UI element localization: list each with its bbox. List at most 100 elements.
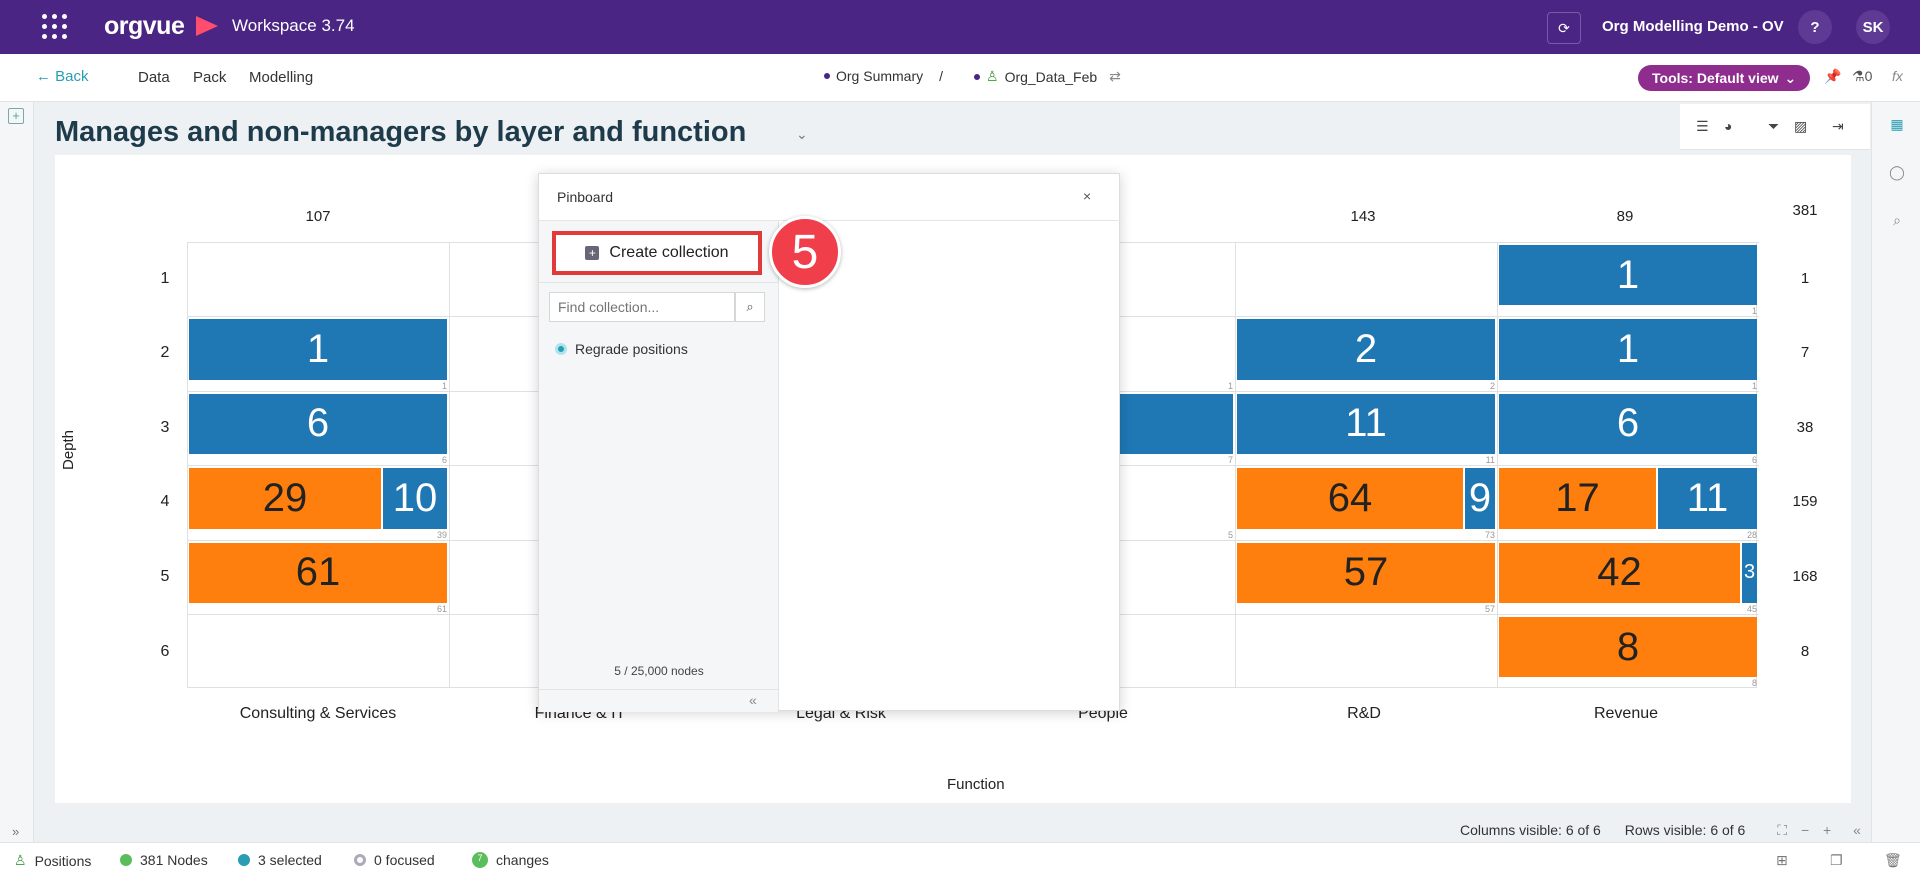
layers-icon[interactable]: ▨: [1794, 118, 1807, 135]
nav-bar: ← Back Data Pack Modelling Org Summary /…: [0, 54, 1920, 102]
managers-bar[interactable]: 6: [189, 393, 447, 455]
list-icon[interactable]: ☰: [1696, 118, 1709, 135]
pin-icon[interactable]: 📌: [1824, 68, 1841, 85]
refresh-button[interactable]: ⟳: [1547, 12, 1581, 44]
project-name[interactable]: Org Modelling Demo - OV: [1602, 18, 1784, 35]
grid-cell[interactable]: [1235, 614, 1497, 689]
breadcrumb-org-summary[interactable]: Org Summary /: [824, 68, 943, 84]
divider: [539, 282, 779, 283]
selected-label: 3 selected: [258, 852, 322, 868]
managers-bar[interactable]: 3: [1742, 542, 1757, 603]
managers-bar[interactable]: 2: [1237, 319, 1495, 380]
nav-modelling[interactable]: Modelling: [249, 69, 313, 86]
depth-label-1: 1: [160, 270, 170, 287]
find-collection-input[interactable]: [549, 292, 735, 322]
zoom-out-icon[interactable]: −: [1801, 822, 1809, 838]
breadcrumb-dataset[interactable]: ♙ Org_Data_Feb ⇄: [974, 68, 1121, 85]
create-collection-button[interactable]: + Create collection: [552, 231, 762, 275]
fit-icon[interactable]: ⛶: [1777, 822, 1787, 838]
apps-grid-icon[interactable]: [42, 14, 68, 40]
view-toolbar: ☰ ◕ ⏷ ▨ ⇥: [1680, 104, 1870, 150]
plus-icon: +: [585, 246, 600, 260]
chart-panel-icon[interactable]: ▦: [1888, 116, 1906, 134]
managers-bar[interactable]: 1: [1499, 319, 1757, 380]
sync-icon[interactable]: ⇄: [1109, 68, 1121, 85]
changes-count[interactable]: 7 changes: [472, 852, 549, 868]
non-managers-bar[interactable]: 42: [1499, 542, 1740, 603]
dataset-dot-icon: [974, 73, 980, 80]
grid-cell[interactable]: [187, 614, 449, 689]
non-managers-bar[interactable]: 61: [189, 542, 447, 603]
flask-count: 0: [1864, 68, 1873, 84]
collapse-sidebar-icon[interactable]: «: [749, 692, 757, 708]
help-button[interactable]: ?: [1798, 10, 1832, 44]
back-link[interactable]: ← Back: [36, 68, 89, 85]
managers-bar[interactable]: 11: [1237, 393, 1495, 455]
formula-icon[interactable]: fx: [1892, 68, 1903, 84]
depth-label-4: 4: [160, 493, 170, 510]
trash-icon[interactable]: 🗑: [1884, 852, 1902, 869]
managers-bar[interactable]: 9: [1465, 468, 1495, 529]
person-icon: ♙: [986, 68, 999, 84]
columns-visible: Columns visible: 6 of 6: [1460, 822, 1601, 838]
changes-label: changes: [496, 852, 549, 868]
function-label-revenue: Revenue: [1593, 705, 1659, 722]
non-managers-bar[interactable]: 29: [189, 468, 381, 529]
nav-pack[interactable]: Pack: [193, 69, 226, 86]
close-icon[interactable]: ×: [1083, 188, 1091, 204]
title-chevron-down-icon[interactable]: ⌄: [796, 126, 808, 143]
depth-total-6: 8: [1800, 643, 1810, 660]
search-icon[interactable]: ⌕: [735, 292, 765, 322]
managers-bar[interactable]: 1: [1499, 245, 1757, 306]
search-icon[interactable]: ⌕: [1888, 212, 1906, 230]
cell-count: 1: [1227, 380, 1233, 391]
view-title: Manages and non-managers by layer and fu…: [55, 116, 747, 148]
zoom-in-icon[interactable]: +: [1823, 822, 1831, 838]
selected-count[interactable]: 3 selected: [238, 852, 322, 868]
depth-total-4: 159: [1792, 493, 1818, 510]
add-icon[interactable]: ⊞: [1776, 852, 1788, 869]
collapse-right-icon[interactable]: «: [1853, 822, 1861, 838]
pinboard-dialog: Pinboard × + Create collection 5 ⌕ Regra…: [538, 173, 1121, 712]
cell-count: 39: [436, 529, 447, 540]
managers-bar[interactable]: 6: [1499, 393, 1757, 455]
filter-icon[interactable]: ⏷: [1768, 118, 1779, 135]
non-managers-bar[interactable]: 64: [1237, 468, 1463, 529]
copy-icon[interactable]: ❐: [1830, 852, 1843, 869]
palette-icon[interactable]: ◕: [1724, 118, 1732, 134]
non-managers-bar[interactable]: 17: [1499, 468, 1656, 529]
nav-data[interactable]: Data: [138, 69, 170, 86]
app-title: Workspace 3.74: [232, 16, 355, 35]
non-managers-bar[interactable]: 8: [1499, 617, 1757, 678]
positions-dataset[interactable]: ♙ Positions: [14, 852, 91, 869]
circle-icon[interactable]: ◯: [1888, 164, 1906, 182]
breadcrumb-separator: /: [939, 68, 944, 84]
grid-cell[interactable]: [187, 242, 449, 317]
managers-bar[interactable]: 1: [189, 319, 447, 380]
tools-view-dropdown[interactable]: Tools: Default view ⌄: [1638, 65, 1811, 91]
grid-cell[interactable]: [1235, 242, 1497, 317]
selected-icon: [238, 854, 250, 866]
add-panel-icon[interactable]: +: [8, 108, 24, 124]
cell-count: 6: [1751, 455, 1757, 466]
non-managers-bar[interactable]: 57: [1237, 542, 1495, 603]
collection-item[interactable]: Regrade positions: [555, 341, 688, 357]
focused-count[interactable]: 0 focused: [354, 852, 435, 868]
refresh-icon: ⟳: [1558, 19, 1570, 36]
export-icon[interactable]: ⇥: [1832, 118, 1844, 135]
managers-bar[interactable]: 11: [1658, 468, 1757, 529]
node-usage: 5 / 25,000 nodes: [614, 664, 704, 678]
create-collection-label: Create collection: [609, 244, 729, 261]
user-avatar[interactable]: SK: [1856, 10, 1890, 44]
dataset-dot-icon: [824, 73, 830, 79]
managers-bar[interactable]: 10: [383, 468, 447, 529]
positions-label: Positions: [34, 852, 92, 869]
cell-count: 1: [1751, 380, 1757, 391]
expand-left-icon[interactable]: »: [12, 824, 19, 839]
cell-count: 2: [1489, 380, 1495, 391]
grand-total: 381: [1792, 202, 1818, 219]
nodes-count[interactable]: 381 Nodes: [120, 852, 208, 868]
breadcrumb-label: Org Summary: [836, 68, 924, 84]
nodes-icon: [120, 854, 132, 866]
flask-icon[interactable]: ⚗0: [1852, 68, 1872, 85]
